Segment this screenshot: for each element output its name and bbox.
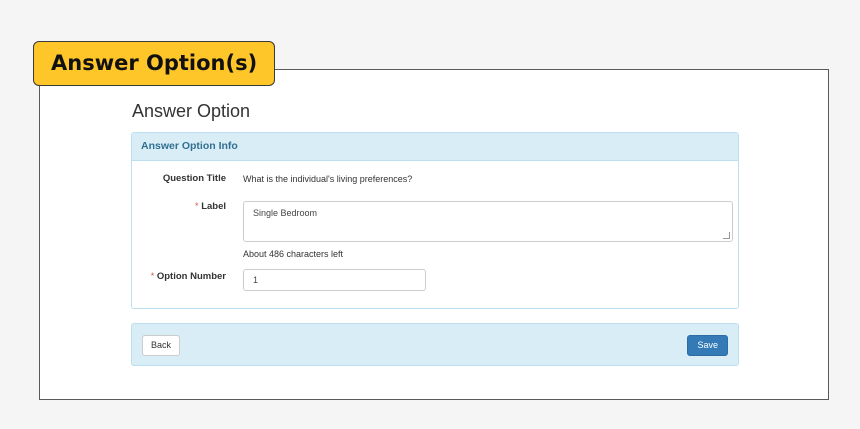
callout-title: Answer Option(s) bbox=[51, 51, 258, 75]
label-textarea[interactable]: Single Bedroom bbox=[243, 201, 733, 242]
characters-left-hint: About 486 characters left bbox=[243, 249, 344, 259]
question-title-value: What is the individual's living preferen… bbox=[243, 174, 413, 184]
resize-handle-icon[interactable] bbox=[723, 232, 730, 239]
question-title-label: Question Title bbox=[162, 173, 226, 184]
page-title: Answer Option bbox=[132, 101, 251, 121]
option-number-label: * Option Number bbox=[150, 271, 226, 282]
option-number-value: 1 bbox=[253, 275, 259, 285]
required-marker: * bbox=[150, 271, 155, 281]
save-button[interactable]: Save bbox=[687, 335, 728, 356]
label-textarea-value: Single Bedroom bbox=[253, 208, 318, 218]
back-button[interactable]: Back bbox=[142, 335, 181, 356]
answer-option-info-panel: Answer Option Info Question Title What i… bbox=[131, 132, 739, 309]
screenshot-frame: Answer Option Answer Option Info Questio… bbox=[39, 69, 829, 400]
form-actions-bar: Back Save bbox=[131, 323, 739, 366]
option-number-input[interactable]: 1 bbox=[243, 269, 426, 291]
section-callout-label: Answer Option(s) bbox=[33, 41, 276, 86]
panel-heading: Answer Option Info bbox=[132, 133, 738, 161]
label-field-label: * Label bbox=[195, 201, 226, 212]
required-marker: * bbox=[195, 201, 199, 211]
